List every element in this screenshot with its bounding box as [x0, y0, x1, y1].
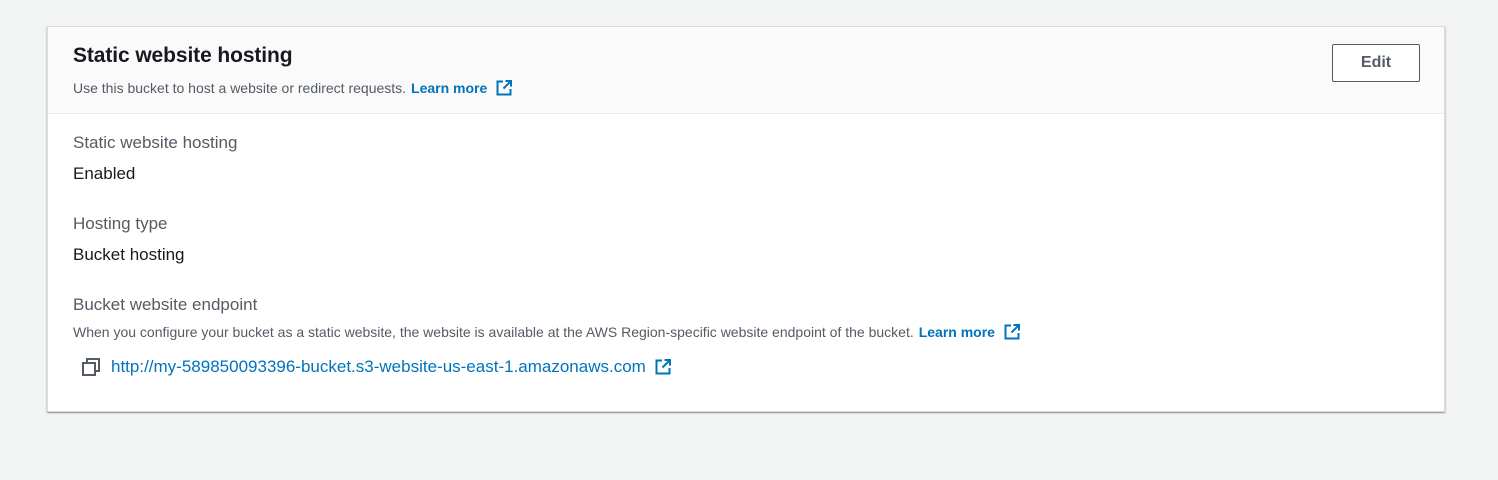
endpoint-row: http://my-589850093396-bucket.s3-website… — [81, 357, 672, 377]
panel-header: Static website hosting Use this bucket t… — [48, 27, 1444, 114]
static-website-hosting-value: Enabled — [73, 164, 136, 183]
static-website-hosting-label: Static website hosting — [73, 133, 238, 152]
endpoint-learn-more-link[interactable]: Learn more — [919, 324, 995, 340]
copy-icon[interactable] — [81, 357, 101, 377]
bucket-website-endpoint-label: Bucket website endpoint — [73, 295, 258, 314]
external-link-icon[interactable] — [654, 358, 672, 376]
edit-button[interactable]: Edit — [1332, 44, 1420, 82]
bucket-website-endpoint-description: When you configure your bucket as a stat… — [73, 323, 1021, 341]
external-link-icon[interactable] — [495, 79, 513, 97]
hosting-type-label: Hosting type — [73, 214, 168, 233]
panel-description: Use this bucket to host a website or red… — [73, 79, 513, 97]
bucket-website-endpoint-link[interactable]: http://my-589850093396-bucket.s3-website… — [111, 357, 646, 377]
static-website-hosting-panel: Static website hosting Use this bucket t… — [47, 26, 1445, 412]
external-link-icon[interactable] — [1003, 323, 1021, 341]
panel-description-text: Use this bucket to host a website or red… — [73, 80, 407, 96]
hosting-type-value: Bucket hosting — [73, 245, 185, 264]
learn-more-link[interactable]: Learn more — [411, 80, 487, 96]
endpoint-description-text: When you configure your bucket as a stat… — [73, 324, 914, 340]
panel-title: Static website hosting — [73, 44, 293, 67]
